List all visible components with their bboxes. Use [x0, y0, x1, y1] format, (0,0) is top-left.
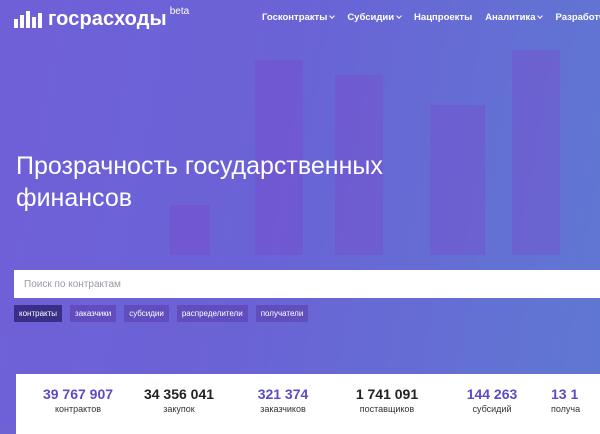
stat-value: 321 374 — [257, 386, 309, 402]
stat-purchases[interactable]: 34 356 041 закупок — [129, 386, 229, 414]
nav-item-subsidii[interactable]: Субсидии — [347, 12, 402, 23]
stat-label: получа — [551, 404, 581, 414]
stat-customers[interactable]: 321 374 заказчиков — [238, 386, 328, 414]
nav-item-analitika[interactable]: Аналитика — [485, 12, 544, 23]
stat-subsidies[interactable]: 144 263 субсидий — [447, 386, 537, 414]
headline-line-1: Прозрачность государственных — [16, 152, 383, 180]
stat-value: 13 1 — [551, 386, 579, 402]
background-bar — [430, 105, 485, 255]
nav-item-label: Аналитика — [485, 12, 536, 23]
nav-item-label: Субсидии — [347, 12, 395, 23]
stat-value: 39 767 907 — [42, 386, 114, 402]
stat-label: субсидий — [472, 404, 512, 414]
filter-tab-kontrakty[interactable]: контракты — [14, 305, 63, 322]
stat-label: поставщиков — [359, 404, 415, 414]
nav-item-natsproekty[interactable]: Нацпроекты — [414, 12, 472, 23]
filter-tab-subsidii[interactable]: субсидии — [124, 305, 169, 322]
stat-value: 34 356 041 — [143, 386, 215, 402]
site-logo[interactable]: госрасходы beta — [14, 5, 190, 31]
stat-label: закупок — [163, 404, 195, 414]
nav-item-goskontrakty[interactable]: Госконтракты — [262, 12, 336, 23]
nav-item-label: Нацпроекты — [414, 12, 473, 23]
beta-label: beta — [169, 5, 190, 17]
main-nav: Госконтракты Субсидии Нацпроекты Аналити… — [262, 12, 600, 23]
logo-text: госрасходы — [48, 7, 167, 30]
page-headline: Прозрачность государственных финансов — [16, 150, 383, 214]
filter-tab-zakazchiki[interactable]: заказчики — [70, 305, 117, 322]
filter-tab-raspredeliteli[interactable]: распределители — [176, 305, 248, 322]
headline-line-2: финансов — [16, 184, 133, 212]
background-bar — [512, 50, 560, 255]
stat-label: контрактов — [55, 404, 101, 414]
search-filter-tabs: контракты заказчики субсидии распределит… — [14, 305, 309, 322]
stat-suppliers[interactable]: 1 741 091 поставщиков — [337, 386, 437, 414]
logo-bars-icon — [14, 10, 42, 28]
stat-label: заказчиков — [260, 404, 306, 414]
filter-tab-poluchateli[interactable]: получатели — [255, 305, 309, 322]
stats-panel: 39 767 907 контрактов 34 356 041 закупок… — [16, 374, 600, 434]
search-input[interactable] — [14, 270, 600, 298]
nav-item-label: Разработчикам — [555, 12, 600, 23]
stat-value: 1 741 091 — [355, 386, 419, 402]
nav-item-label: Госконтракты — [262, 12, 328, 23]
stat-contracts[interactable]: 39 767 907 контрактов — [28, 386, 128, 414]
stat-recipients[interactable]: 13 1 получа — [551, 386, 600, 414]
chevron-down-icon — [329, 13, 336, 19]
stat-value: 144 263 — [466, 386, 518, 402]
chevron-down-icon — [396, 13, 402, 19]
nav-item-razrabotchikam[interactable]: Разработчикам — [555, 12, 600, 23]
chevron-down-icon — [537, 13, 544, 19]
